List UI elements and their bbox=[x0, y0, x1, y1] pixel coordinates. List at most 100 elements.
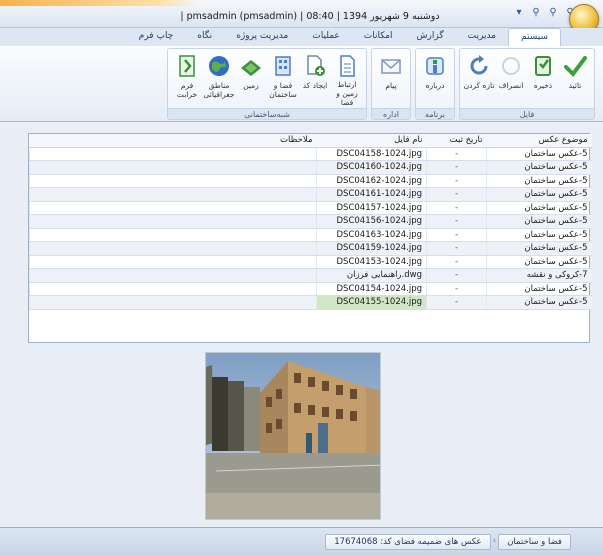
column-header-notes[interactable]: ملاحظات bbox=[29, 134, 317, 148]
ribbon-button-label: مناطق جغرافیائی bbox=[203, 81, 235, 99]
cell-date: - bbox=[426, 295, 487, 310]
table-row[interactable]: 5-عکس ساختمان - DSC04161-1024.jpg bbox=[29, 187, 592, 202]
search-icon[interactable]: ⚲ bbox=[529, 6, 543, 20]
table-row[interactable]: 7-کروکی و نقشه - راهنمایی فرزان.dwg bbox=[29, 268, 592, 283]
table-row[interactable]: 5-عکس ساختمان - DSC04154-1024.jpg bbox=[29, 282, 592, 296]
ribbon-group-label: برنامه bbox=[416, 108, 454, 119]
table-row[interactable]: 5-عکس ساختمان - DSC04158-1024.jpg bbox=[29, 147, 592, 161]
cell-notes bbox=[29, 147, 317, 161]
cell-notes bbox=[29, 282, 317, 296]
table-row[interactable]: 5-عکس ساختمان - DSC04160-1024.jpg bbox=[29, 160, 592, 175]
ribbon-button-label: انصراف bbox=[498, 81, 524, 90]
ribbon-tabs: سیستم مدیریت گزارش امکانات عملیات مدیریت پروژ… bbox=[0, 28, 603, 46]
ribbon-button-label: تازه کردن bbox=[463, 81, 495, 90]
cell-subject: 5-عکس ساختمان bbox=[486, 160, 592, 175]
table-row[interactable]: 5-عکس ساختمان - DSC04157-1024.jpg bbox=[29, 201, 592, 215]
tab-0[interactable]: سیستم bbox=[508, 28, 561, 46]
attachments-table: موضوع عکس تاریخ ثبت نام فایل ملاحظات 5-ع… bbox=[29, 134, 592, 310]
globe-icon bbox=[206, 53, 232, 79]
cell-subject: 5-عکس ساختمان bbox=[486, 147, 592, 161]
column-header-date[interactable]: تاریخ ثبت bbox=[426, 134, 487, 148]
column-header-file[interactable]: نام فایل bbox=[316, 134, 427, 148]
table-row[interactable]: 5-عکس ساختمان - DSC04155-1024.jpg bbox=[29, 295, 592, 310]
cell-subject: 5-عکس ساختمان bbox=[486, 255, 592, 269]
cell-notes bbox=[29, 295, 317, 310]
ribbon-button-0-0[interactable]: تائید bbox=[559, 51, 591, 107]
cell-notes bbox=[29, 160, 317, 175]
cell-subject: 5-عکس ساختمان bbox=[486, 282, 592, 296]
breadcrumb-attached-photos[interactable]: عکس های ضمیمه فضای کد: 17674068 bbox=[325, 534, 491, 550]
ribbon-button-3-3[interactable]: زمین bbox=[235, 51, 267, 107]
tab-1[interactable]: مدیریت bbox=[456, 28, 508, 46]
ribbon-button-3-4[interactable]: مناطق جغرافیائی bbox=[203, 51, 235, 107]
form-icon bbox=[174, 53, 200, 79]
ribbon-button-1-0[interactable]: درباره bbox=[419, 51, 451, 107]
cell-file: DSC04155-1024.jpg bbox=[316, 295, 427, 310]
ribbon-button-label: تائید bbox=[568, 81, 582, 90]
title-bar: | pmsadmin (pmsadmin) | 08:40 | 1394 دوش… bbox=[0, 0, 603, 34]
building-icon bbox=[270, 53, 296, 79]
cell-file: DSC04161-1024.jpg bbox=[316, 187, 427, 202]
column-header-subject[interactable]: موضوع عکس bbox=[486, 134, 592, 148]
refresh-icon bbox=[466, 53, 492, 79]
check-icon bbox=[562, 53, 588, 79]
dropdown-icon[interactable]: ▾ bbox=[512, 6, 526, 20]
cell-notes bbox=[29, 201, 317, 215]
cell-file: DSC04154-1024.jpg bbox=[316, 282, 427, 296]
ribbon-button-3-1[interactable]: ایجاد کد bbox=[299, 51, 331, 107]
ribbon-button-label: فضا و ساختمان bbox=[269, 81, 297, 99]
cell-notes bbox=[29, 214, 317, 229]
ribbon-button-label: درباره bbox=[425, 81, 445, 90]
mail-icon bbox=[378, 53, 404, 79]
ribbon-button-label: ارتباط زمین و فضا bbox=[336, 80, 358, 107]
breadcrumb-space-building[interactable]: فضا و ساختمان bbox=[498, 534, 571, 550]
tab-2[interactable]: گزارش bbox=[405, 28, 456, 46]
table-row[interactable]: 5-عکس ساختمان - DSC04153-1024.jpg bbox=[29, 255, 592, 269]
cell-date: - bbox=[426, 282, 487, 296]
attachments-panel: موضوع عکس تاریخ ثبت نام فایل ملاحظات 5-ع… bbox=[28, 133, 592, 343]
table-row[interactable]: 5-عکس ساختمان - DSC04162-1024.jpg bbox=[29, 174, 592, 188]
ribbon-button-label: فرم خرابت bbox=[176, 81, 198, 99]
ribbon-group-0: تائید ذخیره انصراف تازه کردن فایل bbox=[459, 48, 595, 120]
cell-file: DSC04163-1024.jpg bbox=[316, 228, 427, 242]
add-doc-icon bbox=[302, 53, 328, 79]
table-row[interactable]: 5-عکس ساختمان - DSC04156-1024.jpg bbox=[29, 214, 592, 229]
cell-file: DSC04157-1024.jpg bbox=[316, 201, 427, 215]
cell-date: - bbox=[426, 160, 487, 175]
ribbon: تائید ذخیره انصراف تازه کردن فایل درباره برنام… bbox=[0, 46, 603, 122]
cell-file: DSC04160-1024.jpg bbox=[316, 160, 427, 175]
title-decoration bbox=[0, 0, 200, 6]
tab-4[interactable]: عملیات bbox=[300, 28, 351, 46]
ribbon-button-2-0[interactable]: پیام bbox=[375, 51, 407, 107]
ribbon-button-3-0[interactable]: ارتباط زمین و فضا bbox=[331, 51, 363, 107]
ribbon-button-0-1[interactable]: ذخیره bbox=[527, 51, 559, 107]
table-row[interactable]: 5-عکس ساختمان - DSC04163-1024.jpg bbox=[29, 228, 592, 242]
cell-notes bbox=[29, 241, 317, 256]
search-icon[interactable]: ⚲ bbox=[546, 6, 560, 20]
about-icon bbox=[422, 53, 448, 79]
cell-subject: 5-عکس ساختمان bbox=[486, 187, 592, 202]
ribbon-group-label: اداره bbox=[372, 108, 410, 119]
ribbon-groups: تائید ذخیره انصراف تازه کردن فایل درباره برنام… bbox=[167, 48, 595, 120]
ribbon-group-label: شبه‌ساختمانی bbox=[168, 108, 366, 119]
cell-notes bbox=[29, 228, 317, 242]
cell-date: - bbox=[426, 174, 487, 188]
cell-subject: 5-عکس ساختمان bbox=[486, 228, 592, 242]
ribbon-button-0-2[interactable]: انصراف bbox=[495, 51, 527, 107]
tab-6[interactable]: نگاه bbox=[185, 28, 224, 46]
ribbon-group-label: فایل bbox=[460, 108, 594, 119]
cell-notes bbox=[29, 187, 317, 202]
cell-date: - bbox=[426, 255, 487, 269]
ribbon-button-0-3[interactable]: تازه کردن bbox=[463, 51, 495, 107]
tab-3[interactable]: امکانات bbox=[352, 28, 405, 46]
ribbon-button-3-5[interactable]: فرم خرابت bbox=[171, 51, 203, 107]
ribbon-button-3-2[interactable]: فضا و ساختمان bbox=[267, 51, 299, 107]
table-row[interactable]: 5-عکس ساختمان - DSC04159-1024.jpg bbox=[29, 241, 592, 256]
tab-7[interactable]: چاپ فرم bbox=[127, 28, 185, 46]
ribbon-group-3: ارتباط زمین و فضا ایجاد کد فضا و ساختمان زم… bbox=[167, 48, 367, 120]
tab-5[interactable]: مدیریت پروژه bbox=[224, 28, 300, 46]
cell-date: - bbox=[426, 268, 487, 283]
ribbon-button-label: ایجاد کد bbox=[302, 81, 328, 90]
chevron-left-icon: › bbox=[492, 536, 497, 546]
ribbon-button-label: ذخیره bbox=[533, 81, 553, 90]
